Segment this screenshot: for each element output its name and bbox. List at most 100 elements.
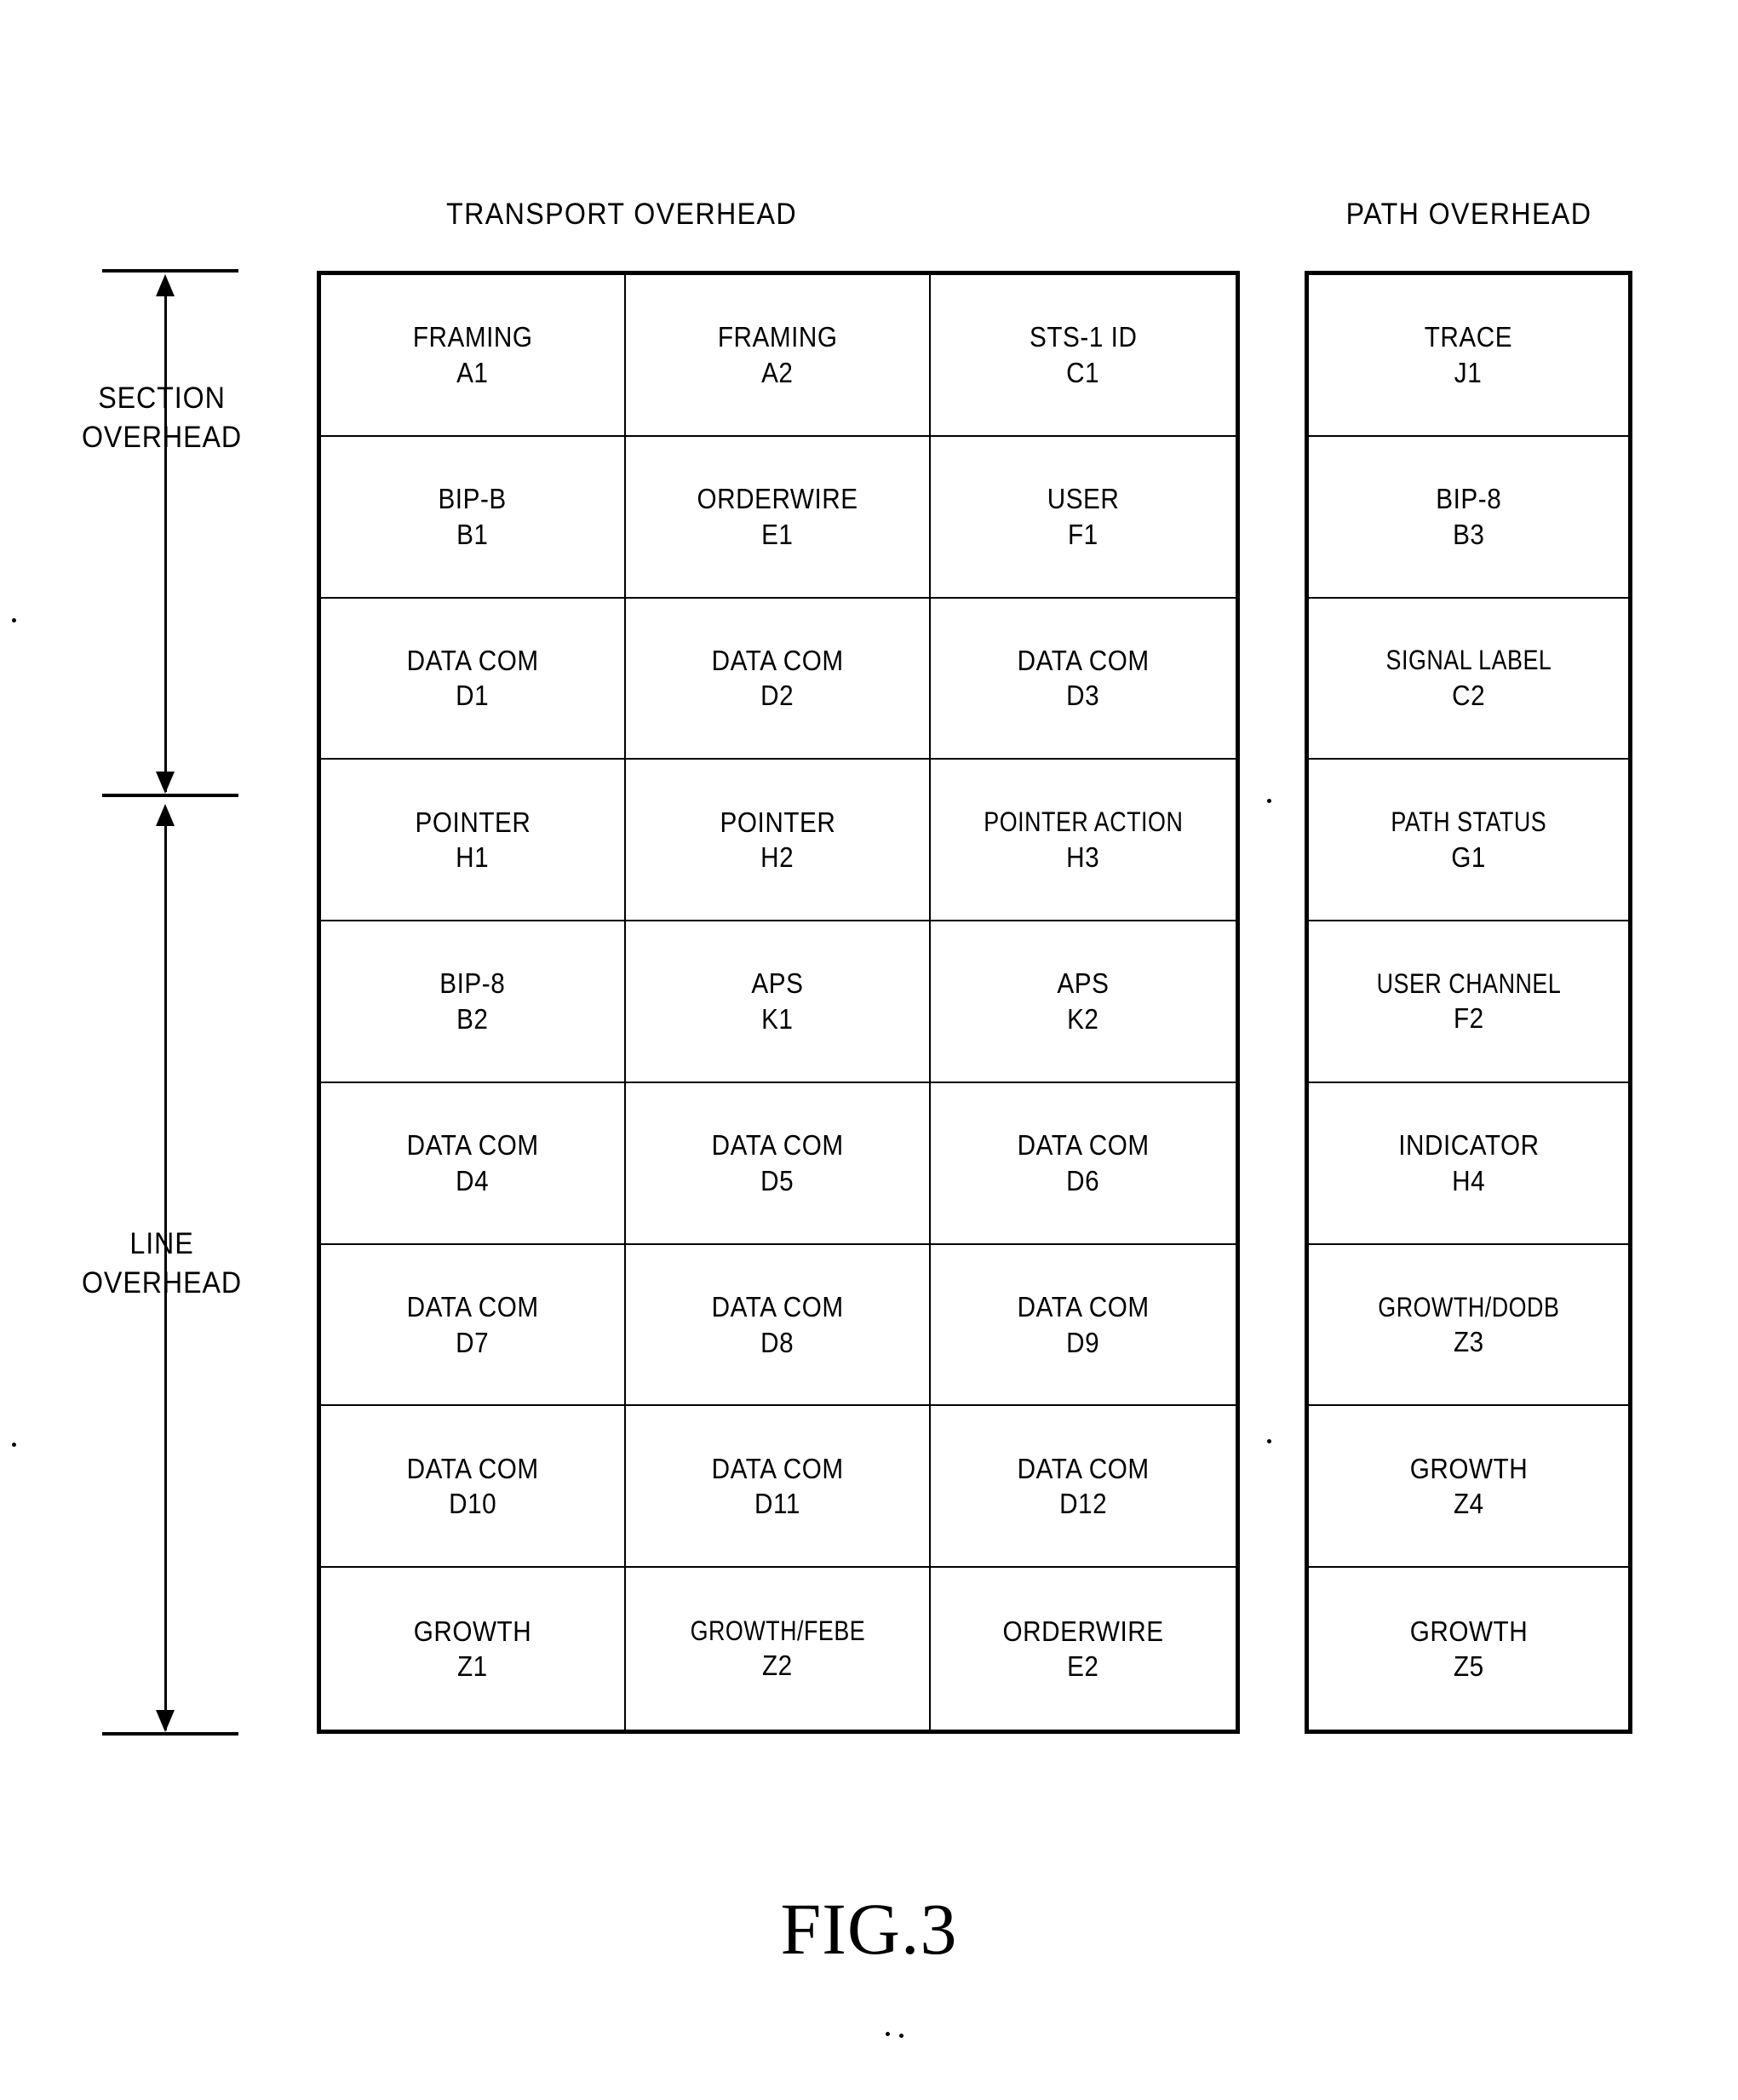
cell-code: F1 [1068, 518, 1098, 550]
cell-name: FRAMING [412, 321, 533, 353]
cell-code: D3 [1066, 680, 1100, 712]
scan-speck [886, 2032, 890, 2036]
cell-code: J1 [1454, 356, 1483, 388]
table-cell-e1: ORDERWIRE E1 [626, 436, 931, 599]
path-cell-c2: SIGNAL LABEL C2 [1309, 599, 1628, 760]
cell-code: Z1 [457, 1650, 488, 1683]
transport-overhead-title: TRANSPORT OVERHEAD [446, 198, 797, 231]
cell-code: D8 [760, 1326, 794, 1358]
cell-name: GROWTH/FEBE [690, 1615, 865, 1647]
table-cell-d4: DATA COM D4 [321, 1082, 626, 1245]
cell-name: TRACE [1424, 321, 1513, 353]
cell-code: B2 [456, 1002, 489, 1035]
cell-name: USER [1047, 483, 1120, 515]
cell-code: G1 [1451, 841, 1486, 873]
cell-name: DATA COM [406, 1452, 539, 1484]
table-cell-d2: DATA COM D2 [626, 598, 931, 760]
cell-code: A1 [456, 356, 489, 388]
cell-name: GROWTH [1409, 1452, 1528, 1484]
cell-code: K1 [761, 1002, 794, 1035]
path-cell-b3: BIP-8 B3 [1309, 437, 1628, 599]
cell-name: DATA COM [406, 1290, 539, 1323]
cell-code: B1 [456, 518, 489, 550]
cell-name: APS [1057, 967, 1110, 1000]
cell-code: D4 [456, 1164, 490, 1196]
cell-code: D11 [754, 1488, 800, 1520]
line-overhead-label: LINE OVERHEAD [29, 1225, 295, 1302]
cell-code: B3 [1452, 518, 1485, 550]
table-cell-e2: ORDERWIRE E2 [931, 1568, 1236, 1730]
line-overhead-label-line1: LINE [129, 1227, 194, 1260]
table-cell-d1: DATA COM D1 [321, 598, 626, 760]
cell-code: D9 [1066, 1326, 1100, 1358]
figure-caption: FIG.3 [780, 1888, 958, 1970]
section-bracket-line [164, 281, 167, 792]
section-overhead-label: SECTION OVERHEAD [29, 379, 295, 456]
line-bracket-bottom-arrow [156, 1710, 175, 1732]
path-cell-g1: PATH STATUS G1 [1309, 760, 1628, 922]
table-cell-b1: BIP-B B1 [321, 436, 626, 599]
scan-speck [1267, 1439, 1271, 1443]
section-overhead-label-line2: OVERHEAD [81, 420, 243, 454]
table-cell-z2: GROWTH/FEBE Z2 [626, 1568, 931, 1730]
cell-code: A2 [761, 356, 794, 388]
cell-code: D7 [456, 1326, 490, 1358]
cell-code: H4 [1451, 1164, 1486, 1196]
table-cell-d8: DATA COM D8 [626, 1244, 931, 1407]
cell-name: DATA COM [711, 1452, 844, 1484]
section-bracket-bottom-arrow [156, 772, 175, 794]
cell-name: DATA COM [406, 1129, 539, 1162]
table-cell-c1: STS-1 ID C1 [931, 275, 1236, 437]
path-cell-j1: TRACE J1 [1309, 275, 1628, 437]
cell-name: DATA COM [406, 644, 539, 676]
cell-code: Z3 [1453, 1325, 1484, 1357]
table-cell-a2: FRAMING A2 [626, 275, 931, 437]
table-cell-k2: APS K2 [931, 921, 1236, 1083]
table-cell-h3: POINTER ACTION H3 [931, 760, 1236, 922]
cell-name: DATA COM [1017, 644, 1150, 676]
cell-code: D10 [448, 1488, 497, 1520]
line-bracket-bottom-tick [102, 1732, 238, 1736]
section-overhead-label-line1: SECTION [98, 382, 226, 415]
table-cell-k1: APS K1 [626, 921, 931, 1083]
scan-speck [1267, 799, 1271, 803]
cell-name: FRAMING [717, 321, 838, 353]
cell-name: POINTER [720, 806, 835, 838]
table-cell-d10: DATA COM D10 [321, 1406, 626, 1569]
scan-speck [12, 1443, 16, 1447]
path-overhead-table: TRACE J1 BIP-8 B3 SIGNAL LABEL C2 PATH S… [1305, 271, 1632, 1734]
path-cell-z5: GROWTH Z5 [1309, 1568, 1628, 1730]
cell-code: C2 [1451, 679, 1486, 711]
cell-name: BIP-B [438, 483, 508, 515]
cell-name: STS-1 ID [1029, 321, 1138, 353]
table-cell-d11: DATA COM D11 [626, 1406, 931, 1569]
cell-code: E1 [761, 518, 794, 550]
cell-name: BIP-8 [1435, 483, 1501, 515]
cell-code: D12 [1058, 1488, 1108, 1520]
cell-name: ORDERWIRE [1002, 1615, 1164, 1647]
cell-code: D6 [1066, 1164, 1100, 1196]
cell-name: APS [751, 967, 804, 1000]
cell-name: ORDERWIRE [697, 483, 858, 515]
cell-code: C1 [1066, 356, 1100, 388]
cell-name: DATA COM [711, 1129, 844, 1162]
table-cell-h2: POINTER H2 [626, 760, 931, 922]
scan-speck [899, 2034, 903, 2038]
cell-name: DATA COM [711, 644, 844, 676]
cell-name: DATA COM [1017, 1290, 1150, 1323]
cell-name: DATA COM [711, 1290, 844, 1323]
path-cell-z4: GROWTH Z4 [1309, 1406, 1628, 1569]
section-bracket-bottom-tick [102, 794, 238, 797]
cell-name: POINTER [415, 806, 531, 838]
cell-name: SIGNAL LABEL [1385, 645, 1552, 676]
cell-name: GROWTH [413, 1615, 532, 1647]
cell-code: E2 [1067, 1650, 1099, 1683]
table-cell-d6: DATA COM D6 [931, 1083, 1236, 1245]
path-cell-z3: GROWTH/DODB Z3 [1309, 1245, 1628, 1407]
table-cell-d5: DATA COM D5 [626, 1082, 931, 1245]
scan-speck [12, 618, 16, 623]
cell-name: DATA COM [1017, 1452, 1150, 1484]
cell-name: PATH STATUS [1391, 806, 1546, 838]
table-cell-a1: FRAMING A1 [321, 275, 626, 437]
cell-code: Z2 [762, 1650, 793, 1682]
